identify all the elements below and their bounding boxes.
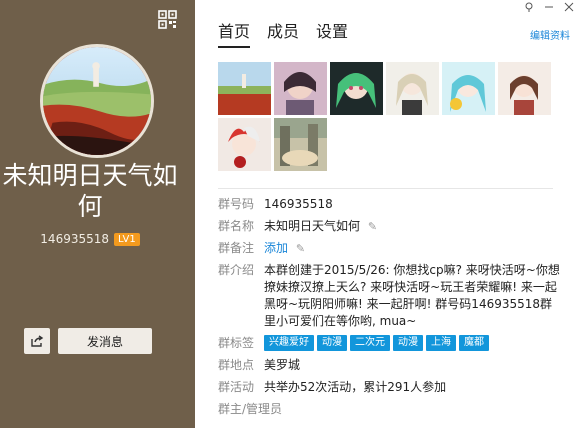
label-tags: 群标签: [218, 336, 255, 350]
pencil-icon[interactable]: ✎: [368, 220, 377, 233]
tag-item[interactable]: 动漫: [317, 335, 347, 351]
divider: [218, 188, 553, 189]
group-number-row: 146935518 LV1: [0, 232, 180, 246]
activity-value: 共举办52次活动，累计291人参加: [264, 380, 447, 394]
info-row-name: 群名称 未知明日天气如何 ✎: [218, 218, 563, 235]
info-row-activity: 群活动 共举办52次活动，累计291人参加: [218, 379, 563, 396]
tab-bar: 首页 成员 设置: [218, 18, 348, 48]
group-name-text: 未知明日天气如何: [264, 219, 361, 233]
group-number: 146935518: [40, 232, 110, 246]
member-avatar[interactable]: [274, 62, 327, 115]
info-row-number: 群号码 146935518: [218, 196, 563, 213]
group-name-value: 未知明日天气如何 ✎: [264, 218, 563, 235]
tab-members[interactable]: 成员: [267, 18, 299, 48]
label-remark: 群备注: [218, 241, 255, 255]
member-avatar[interactable]: [274, 118, 327, 171]
info-row-intro: 群介绍 本群创建于2015/5/26: 你想找cp嘛? 来呀快活呀~你想撩妹撩汉…: [218, 262, 563, 330]
level-badge: LV1: [114, 232, 140, 246]
label-location: 群地点: [218, 358, 255, 372]
send-message-button[interactable]: 发消息: [58, 328, 152, 354]
info-row-remark: 群备注 添加 ✎: [218, 240, 563, 257]
tag-item[interactable]: 兴趣爱好: [264, 335, 314, 351]
group-intro-text: 本群创建于2015/5/26: 你想找cp嘛? 来呀快活呀~你想撩妹撩汉撩上天么…: [264, 263, 560, 328]
group-info: 群号码 146935518 群名称 未知明日天气如何 ✎ 群备注 添加 ✎ 群介…: [218, 196, 563, 423]
label-name: 群名称: [218, 219, 255, 233]
remark-value: 添加 ✎: [264, 240, 563, 257]
window-controls: [518, 0, 580, 17]
member-avatar[interactable]: [442, 62, 495, 115]
label-number: 群号码: [218, 197, 255, 211]
pin-icon[interactable]: [524, 2, 534, 15]
info-row-tags: 群标签 兴趣爱好 动漫 二次元 动漫 上海 魔都: [218, 335, 563, 352]
member-avatar[interactable]: [218, 62, 271, 115]
info-row-admin: 群主/管理员: [218, 401, 563, 418]
tag-item[interactable]: 动漫: [393, 335, 423, 351]
label-activity: 群活动: [218, 380, 255, 394]
tag-list: 兴趣爱好 动漫 二次元 动漫 上海 魔都: [264, 335, 563, 352]
tag-item[interactable]: 上海: [426, 335, 456, 351]
edit-profile-link[interactable]: 编辑资料: [530, 27, 570, 42]
add-remark-link[interactable]: 添加: [264, 241, 288, 255]
qr-code-icon[interactable]: [158, 10, 177, 29]
close-icon[interactable]: [564, 2, 574, 15]
member-avatar[interactable]: [218, 118, 271, 171]
info-row-location: 群地点 美罗城: [218, 357, 563, 374]
label-intro: 群介绍: [218, 263, 255, 277]
left-panel: 未知明日天气如何 146935518 LV1 发消息: [0, 0, 195, 428]
tag-item[interactable]: 二次元: [350, 335, 390, 351]
group-avatar[interactable]: [40, 44, 154, 158]
right-panel: 首页 成员 设置 编辑资料 群号码 146935518 群名称 未知明日天气如何…: [195, 0, 580, 428]
member-avatar[interactable]: [386, 62, 439, 115]
member-avatar[interactable]: [330, 62, 383, 115]
minimize-icon[interactable]: [544, 2, 554, 15]
share-button[interactable]: [24, 328, 50, 354]
tab-home[interactable]: 首页: [218, 18, 251, 48]
group-name: 未知明日天气如何: [2, 161, 178, 221]
tag-item[interactable]: 魔都: [459, 335, 489, 351]
location-value: 美罗城: [264, 358, 301, 372]
share-icon: [31, 335, 44, 347]
group-number-value: 146935518: [264, 197, 333, 211]
member-avatar[interactable]: [498, 62, 551, 115]
tab-settings[interactable]: 设置: [316, 18, 348, 48]
pencil-icon[interactable]: ✎: [296, 242, 305, 255]
label-admin: 群主/管理员: [218, 402, 283, 416]
